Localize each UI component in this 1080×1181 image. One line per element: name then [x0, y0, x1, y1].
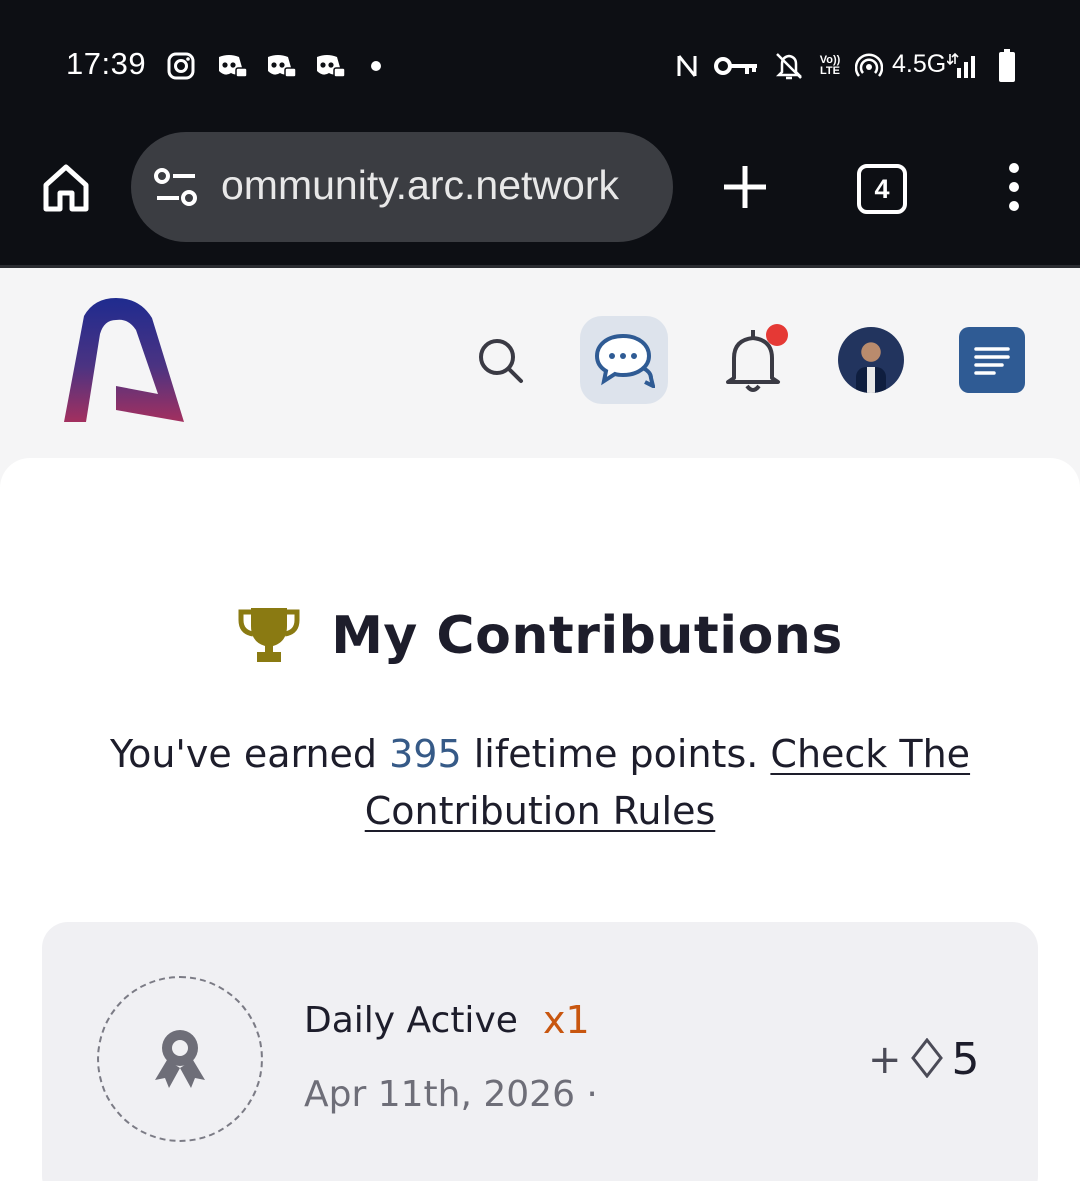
new-tab-icon[interactable] [720, 162, 770, 212]
status-time: 17:39 [66, 46, 147, 81]
contribution-date: Apr 11th, 2026 · [304, 1074, 598, 1115]
title-row: My Contributions [0, 601, 1080, 671]
volte-icon: Vo)) LTE [819, 54, 841, 77]
signal-icon [946, 48, 982, 84]
discord-icon [263, 48, 297, 84]
dot-icon [368, 48, 384, 84]
tab-switcher-button[interactable]: 4 [857, 164, 907, 214]
award-icon [147, 1024, 213, 1094]
diamond-icon [910, 1037, 944, 1082]
lifetime-points: 395 [389, 732, 462, 776]
badge-ring [97, 976, 263, 1142]
contribution-points: + 5 [868, 1034, 980, 1085]
trophy-icon [237, 604, 301, 668]
contribution-title: Daily Active [304, 1000, 518, 1041]
points-value: 5 [951, 1034, 980, 1085]
battery-icon [996, 48, 1018, 84]
browser-toolbar: ommunity.arc.network 4 [0, 132, 1080, 265]
points-prefix: + [868, 1036, 902, 1083]
status-bar: 17:39 Vo)) LTE 4.5G [0, 0, 1080, 132]
list-item: Daily Active x1 Apr 11th, 2026 · + 5 [42, 922, 1038, 1181]
contribution-multiplier: x1 [543, 998, 590, 1042]
hotspot-icon [854, 48, 884, 84]
notification-badge [766, 324, 788, 346]
app-header [0, 268, 1080, 458]
chat-icon[interactable] [580, 316, 668, 404]
nfc-icon [674, 48, 700, 84]
points-summary: You've earned 395 lifetime points. Check… [60, 726, 1020, 840]
network-type: 4.5G [892, 50, 947, 78]
summary-middle: lifetime points. [461, 732, 771, 776]
more-options-icon[interactable] [1002, 162, 1026, 212]
bell-off-icon [772, 48, 806, 84]
instagram-icon [166, 48, 196, 84]
vpn-key-icon [712, 48, 760, 84]
discord-icon [214, 48, 248, 84]
site-settings-icon[interactable] [153, 166, 199, 208]
avatar[interactable] [838, 327, 904, 393]
page-title: My Contributions [331, 606, 843, 666]
discord-icon [312, 48, 346, 84]
summary-prefix: You've earned [109, 732, 390, 776]
arc-logo[interactable] [62, 298, 188, 424]
url-text[interactable]: ommunity.arc.network [221, 162, 661, 209]
menu-icon[interactable] [959, 327, 1025, 393]
address-bar[interactable]: ommunity.arc.network [131, 132, 673, 242]
home-icon[interactable] [38, 159, 94, 215]
search-icon[interactable] [476, 336, 524, 384]
